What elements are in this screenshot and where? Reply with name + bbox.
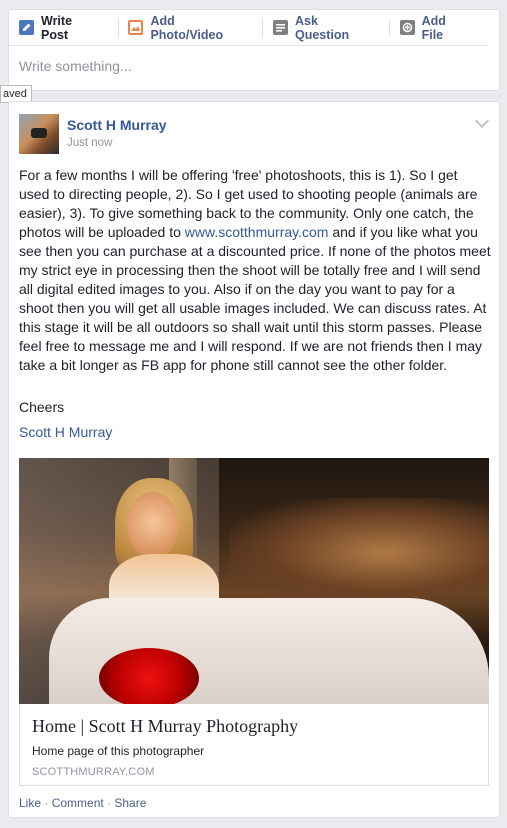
like-link[interactable]: Like [19,796,41,810]
tab-add-photo-video[interactable]: Add Photo/Video [128,10,252,46]
comment-link[interactable]: Comment [52,796,104,810]
post-signature-link[interactable]: Scott H Murray [19,424,112,440]
sunglasses [31,128,47,138]
photo-background [229,498,489,608]
tab-label: Write Post [41,13,73,42]
photo-bouquet [99,648,199,704]
pencil-icon [19,20,34,35]
link-domain: SCOTTHMURRAY.COM [32,766,155,778]
tab-write-post[interactable]: Write Post [19,10,108,46]
action-separator: · [103,796,115,810]
tab-divider [262,18,263,37]
post-author[interactable]: Scott H Murray [67,117,167,133]
tab-add-file[interactable]: Add File [399,10,477,46]
post-actions: Like · Comment · Share [19,796,146,810]
tab-label: Add Photo/Video [150,13,224,42]
question-icon [273,20,288,35]
tab-label: Add File [421,13,446,42]
composer-tabs: Write Post Add Photo/Video Ask Question … [9,10,487,46]
tab-ask-question[interactable]: Ask Question [273,10,379,46]
feed-post: Scott H Murray Just now For a few months… [8,101,500,818]
file-icon [399,20,415,35]
post-body-link[interactable]: www.scotthmurray.com [185,224,329,240]
composer-input[interactable]: Write something... [19,58,132,74]
post-photo[interactable] [19,458,489,704]
link-description: Home page of this photographer [32,744,205,758]
post-body: For a few months I will be offering 'fre… [19,166,491,375]
avatar[interactable] [19,114,59,154]
post-cheers: Cheers [19,399,65,415]
link-preview[interactable]: Home | Scott H Murray Photography Home p… [19,704,489,786]
post-body-text-end: and if you like what you see then you ca… [19,224,491,373]
chevron-down-icon[interactable] [474,113,490,129]
tab-label: Ask Question [295,13,350,42]
action-separator: · [41,796,52,810]
link-title[interactable]: Home | Scott H Murray Photography [32,716,298,737]
share-link[interactable]: Share [114,796,146,810]
post-timestamp[interactable]: Just now [67,137,112,149]
post-composer: Write Post Add Photo/Video Ask Question … [8,9,500,91]
tab-divider [117,18,119,37]
photo-icon [128,20,144,35]
photo-face [127,492,179,558]
tab-divider [388,18,390,37]
